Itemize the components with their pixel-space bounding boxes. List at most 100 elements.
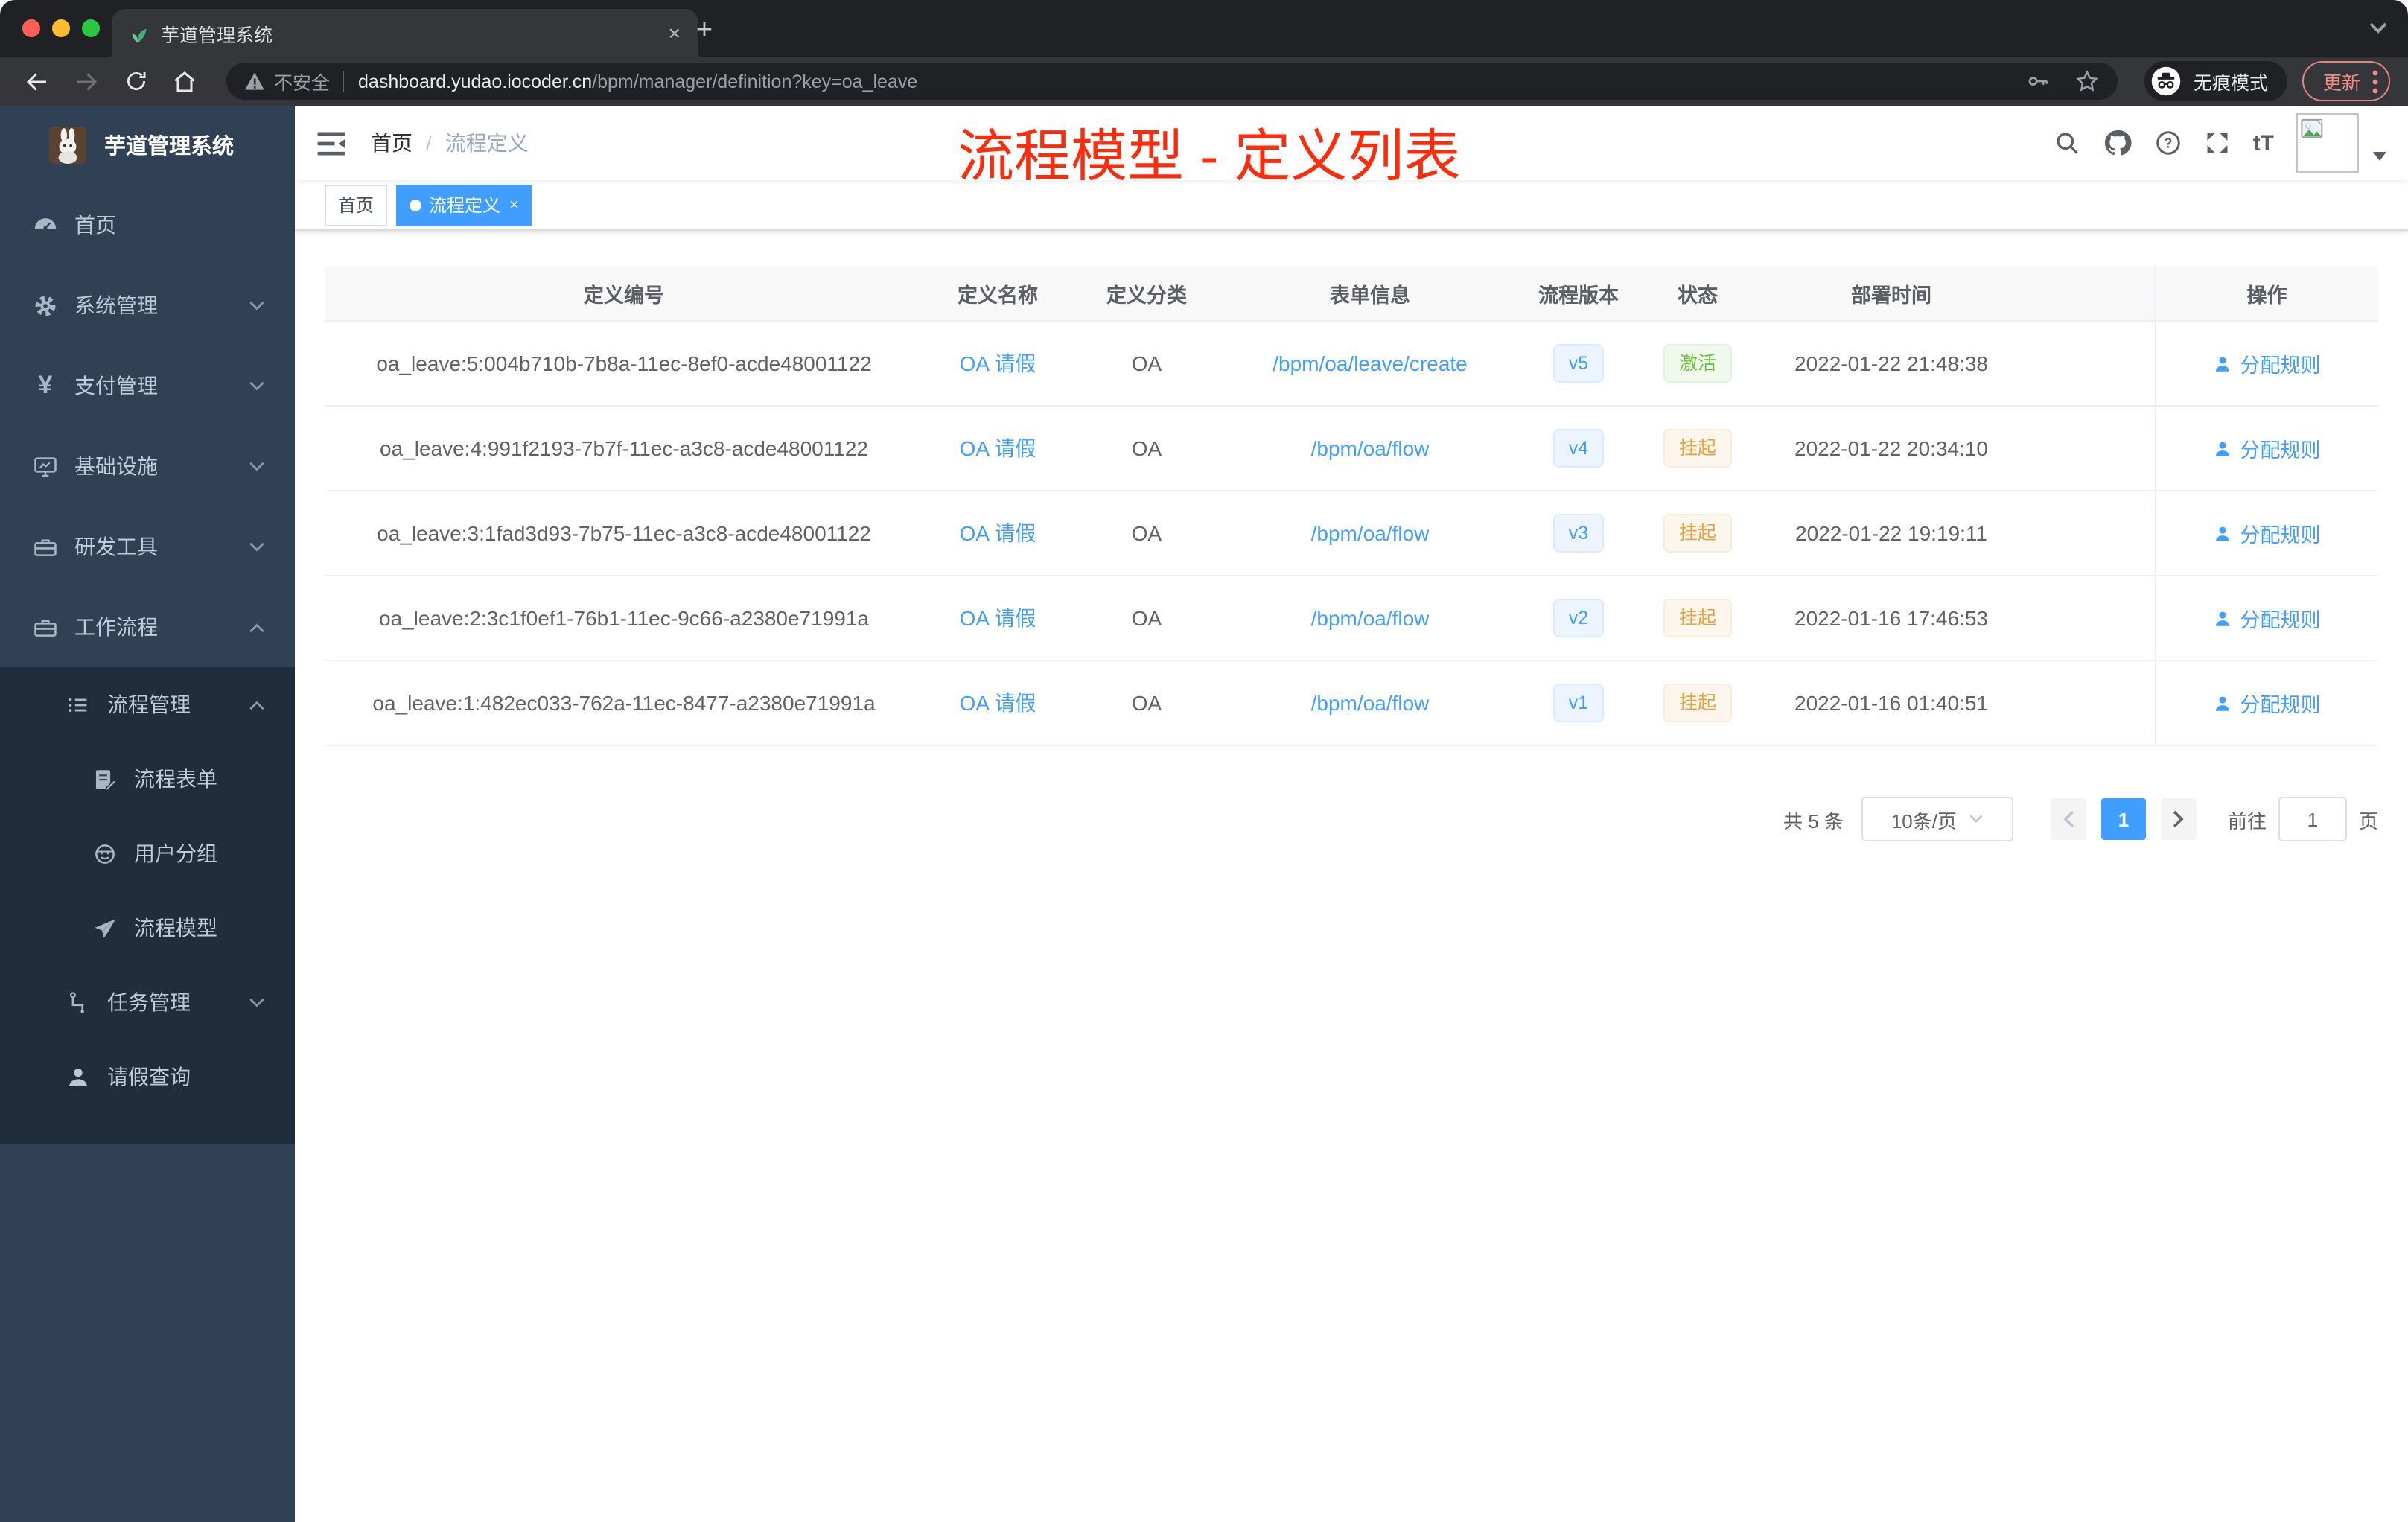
form-info-link[interactable]: /bpm/oa/flow [1311,436,1430,460]
col-definition-category: 定义分类 [1072,267,1221,322]
toolbox-icon [33,534,58,559]
form-icon [92,766,118,792]
home-icon[interactable] [165,62,204,101]
sidebar-item-home[interactable]: 首页 [0,185,295,265]
page-size-select[interactable]: 10条/页 [1861,797,2013,841]
browser-toolbar: 不安全 dashboard.yudao.iocoder.cn/bpm/manag… [0,57,2408,106]
tab-search-caret-icon[interactable] [2369,22,2387,34]
minimize-window-button[interactable] [52,19,70,37]
sidebar-item-infra[interactable]: 基础设施 [0,426,295,506]
active-dot-icon [410,199,422,211]
version-badge: v1 [1553,684,1604,722]
definition-table: 定义编号 定义名称 定义分类 表单信息 流程版本 状态 部署时间 操作 oa_l… [325,267,2378,746]
sidebar-item-leave-query[interactable]: 请假查询 [0,1039,295,1114]
assign-rule-button[interactable]: 分配规则 [2214,433,2321,463]
url-host[interactable]: dashboard.yudao.iocoder.cn [358,71,592,92]
github-icon[interactable] [2103,128,2133,158]
avatar[interactable] [2296,113,2359,173]
yen-icon: ¥ [38,371,53,399]
sidebar-item-system[interactable]: 系统管理 [0,265,295,346]
definition-name-link[interactable]: OA 请假 [960,521,1036,545]
incognito-icon [2150,66,2182,97]
forward-icon[interactable] [67,62,106,101]
zoom-window-button[interactable] [82,19,100,37]
sidebar-item-label: 支付管理 [74,374,158,398]
browser-update-button[interactable]: 更新 [2302,61,2390,101]
assign-rule-button[interactable]: 分配规则 [2214,688,2321,718]
security-label[interactable]: 不安全 [274,67,330,95]
definition-id: oa_leave:5:004b710b-7b8a-11ec-8ef0-acde4… [325,321,923,407]
app-title: 芋道管理系统 [104,136,234,159]
assign-rule-button[interactable]: 分配规则 [2214,348,2321,378]
caret-down-icon[interactable] [2372,152,2387,161]
chevron-down-icon [249,997,265,1007]
sidebar-item-process-model[interactable]: 流程模型 [0,891,295,965]
search-icon[interactable] [2054,130,2080,156]
update-label[interactable]: 更新 [2323,67,2360,95]
tab-close-icon[interactable]: × [669,22,681,43]
definition-name-link[interactable]: OA 请假 [960,606,1036,630]
sidebar-item-user-group[interactable]: 用户分组 [0,816,295,891]
browser-tab[interactable]: 芋道管理系统 × [112,9,698,57]
address-bar[interactable]: 不安全 dashboard.yudao.iocoder.cn/bpm/manag… [226,63,2118,100]
monitor-icon [33,453,58,479]
breadcrumb-current: 流程定义 [445,131,529,155]
table-row: oa_leave:3:1fad3d93-7b75-11ec-a3c8-acde4… [325,491,2378,576]
tab-process-definition[interactable]: 流程定义 × [396,184,532,226]
definition-name-link[interactable]: OA 请假 [960,351,1036,375]
assign-rule-button[interactable]: 分配规则 [2214,518,2321,548]
definition-name-link[interactable]: OA 请假 [960,436,1036,460]
prev-page-button[interactable] [2050,798,2086,840]
form-info-link[interactable]: /bpm/oa/leave/create [1273,351,1468,375]
sidebar-item-task-manage[interactable]: 任务管理 [0,965,295,1039]
goto-page-input[interactable] [2278,797,2347,841]
kebab-menu-icon[interactable] [2372,69,2378,93]
bookmark-star-icon[interactable] [2074,69,2100,94]
sidebar-item-pay[interactable]: ¥ 支付管理 [0,346,295,426]
back-icon[interactable] [18,62,57,101]
tab-close-icon[interactable]: × [509,196,519,214]
form-info-link[interactable]: /bpm/oa/flow [1311,691,1430,715]
fullscreen-icon[interactable] [2204,130,2231,156]
key-icon[interactable] [2025,69,2051,94]
assign-rule-button[interactable]: 分配规则 [2214,603,2321,633]
sidebar-item-devtools[interactable]: 研发工具 [0,506,295,587]
form-info-link[interactable]: /bpm/oa/flow [1311,606,1430,630]
close-window-button[interactable] [22,19,40,37]
window-controls[interactable] [22,19,100,37]
app-logo[interactable]: 芋道管理系统 [0,106,295,185]
sidebar-item-workflow[interactable]: 工作流程 [0,587,295,667]
col-form-info: 表单信息 [1221,267,1519,322]
deploy-time: 2022-01-16 01:40:51 [1757,660,2025,746]
url-path[interactable]: /bpm/manager/definition?key=oa_leave [592,71,917,92]
tab-home[interactable]: 首页 [325,184,388,226]
reload-icon[interactable] [116,62,155,101]
gear-icon [33,293,58,318]
dashboard-icon [33,212,58,238]
sidebar-item-label: 系统管理 [74,293,158,317]
new-tab-button[interactable]: + [685,13,724,49]
sidebar-item-process-manage[interactable]: 流程管理 [0,667,295,742]
not-secure-warning-icon[interactable] [244,71,265,91]
table-header-row: 定义编号 定义名称 定义分类 表单信息 流程版本 状态 部署时间 操作 [325,267,2378,322]
svg-text:?: ? [2164,136,2172,150]
user-icon [66,1064,91,1089]
breadcrumb-home[interactable]: 首页 [371,128,413,158]
next-page-button[interactable] [2160,798,2197,840]
sidebar-item-label: 研发工具 [74,535,158,558]
sidebar-item-label: 用户分组 [134,841,217,865]
hamburger-icon[interactable] [317,128,347,158]
goto-label: 前往 [2227,809,2267,832]
sidebar-item-label: 工作流程 [74,615,158,639]
page-number-1[interactable]: 1 [2100,798,2146,840]
page-unit-label: 页 [2358,809,2378,832]
col-definition-id: 定义编号 [325,267,923,322]
version-badge: v3 [1553,514,1604,553]
help-icon[interactable]: ? [2155,130,2182,156]
sidebar-item-label: 流程表单 [134,767,217,791]
sidebar-item-process-form[interactable]: 流程表单 [0,742,295,816]
definition-name-link[interactable]: OA 请假 [960,691,1036,715]
definition-category: OA [1072,576,1221,661]
font-size-icon[interactable]: tT [2253,130,2274,156]
form-info-link[interactable]: /bpm/oa/flow [1311,521,1430,545]
